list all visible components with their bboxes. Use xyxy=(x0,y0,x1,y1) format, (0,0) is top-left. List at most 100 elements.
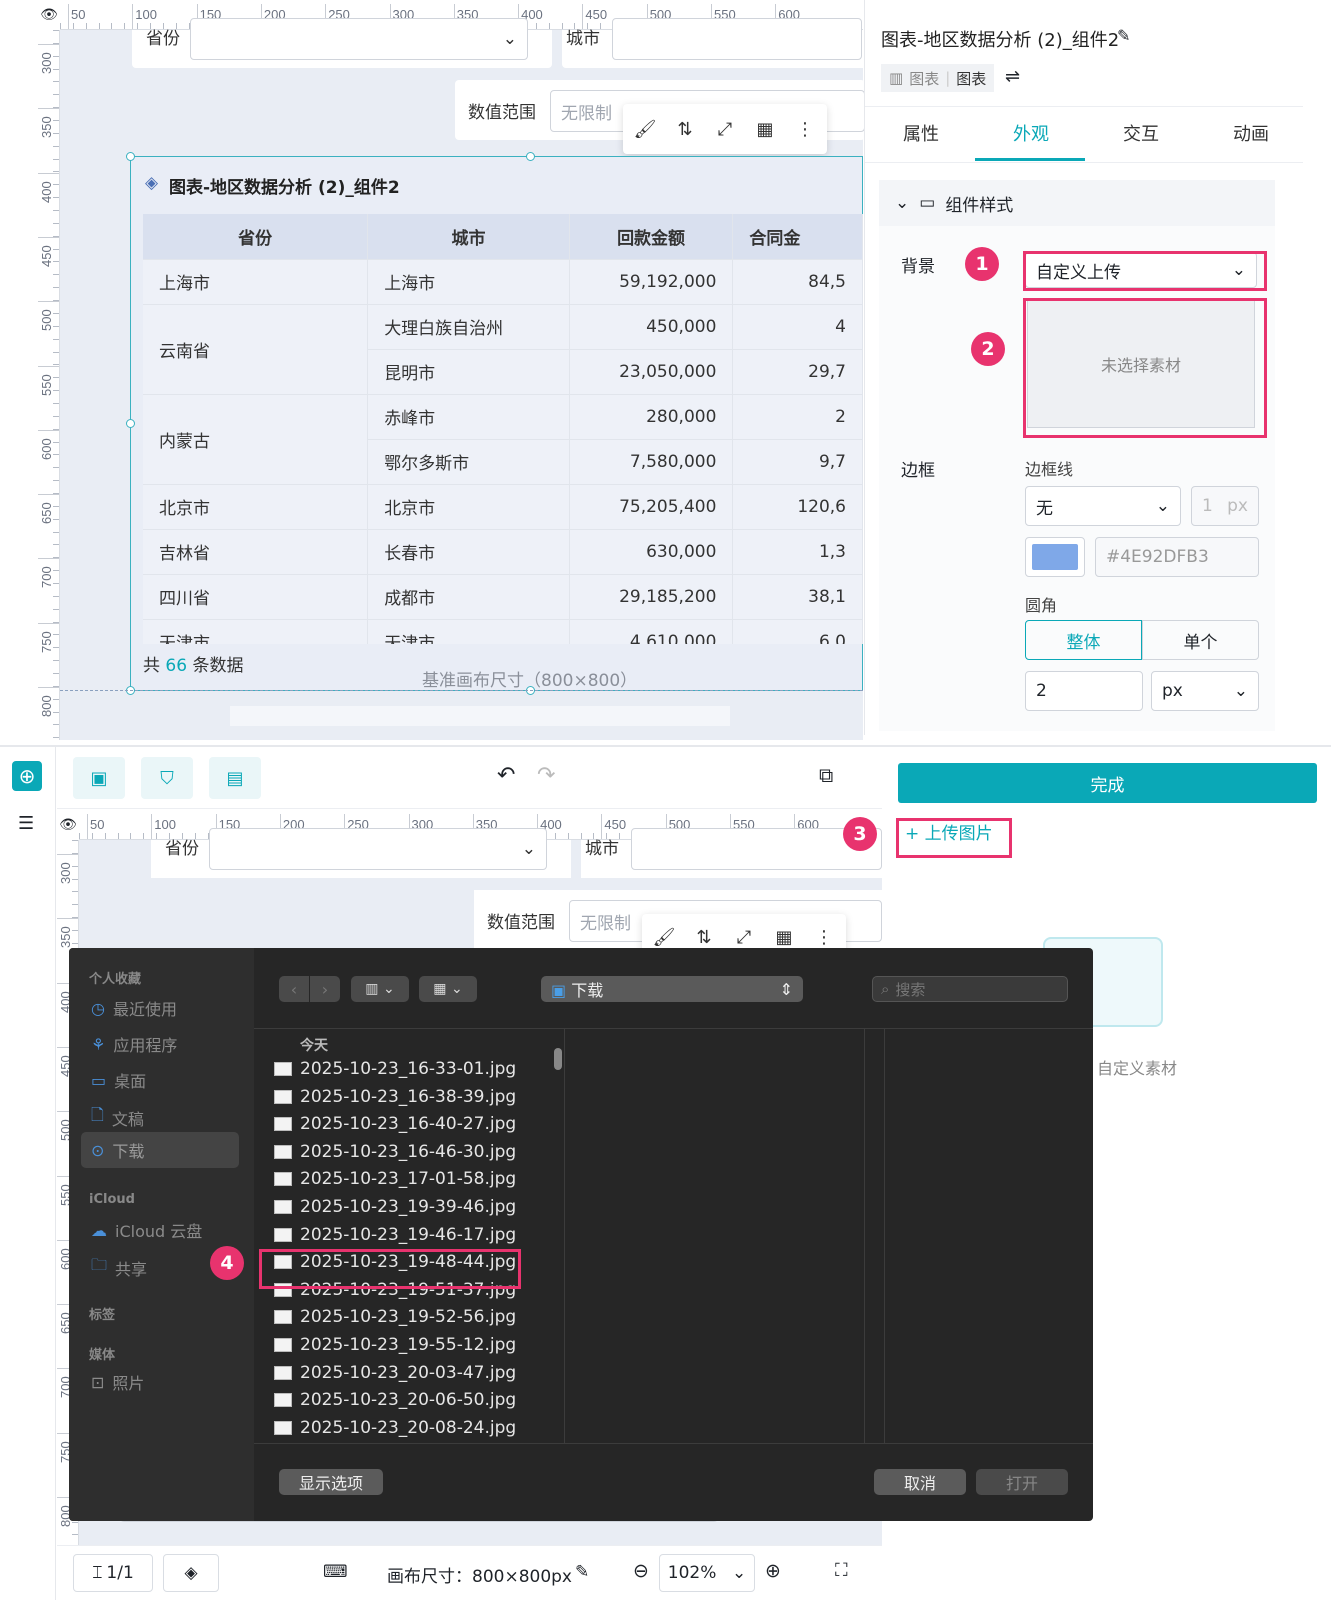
page-indicator[interactable]: ⌶ 1/1 xyxy=(73,1554,153,1592)
swap-icon[interactable]: ⇅ xyxy=(673,119,697,140)
border-line-select[interactable]: 无 ⌄ xyxy=(1025,486,1181,526)
more-icon[interactable]: ⋮ xyxy=(812,927,836,948)
sidebar-desktop[interactable]: ▭ 桌面 xyxy=(91,1068,146,1092)
expand-icon[interactable]: ⤢ xyxy=(713,119,737,140)
file-list-scrollbar[interactable] xyxy=(554,1048,562,1070)
grid-view-icon[interactable]: ▦ ⌄ xyxy=(419,976,477,1002)
file-item[interactable]: 2025-10-23_17-01-58.jpg xyxy=(274,1169,516,1189)
brush-icon[interactable]: 🖌 xyxy=(652,927,676,948)
cell-province: 四川省 xyxy=(143,574,369,620)
cancel-button[interactable]: 取消 xyxy=(874,1469,966,1495)
file-name: 2025-10-23_19-52-56.jpg xyxy=(300,1307,517,1328)
tab-interaction[interactable]: 交互 xyxy=(1123,120,1159,146)
corner-unit-select[interactable]: px ⌄ xyxy=(1151,671,1259,711)
ruler-label: 350 xyxy=(58,926,73,949)
location-select[interactable]: ▣ 下载 ⇕ xyxy=(541,976,803,1002)
nav-back-icon[interactable]: ‹ xyxy=(279,976,309,1002)
preview-icon[interactable]: ⧉ xyxy=(819,763,833,787)
th-amount[interactable]: 回款金额 xyxy=(569,214,734,260)
province-select[interactable]: ⌄ xyxy=(209,828,547,870)
zoom-out-icon[interactable]: ⊖ xyxy=(633,1560,649,1582)
sidebar-applications[interactable]: ⚘ 应用程序 xyxy=(91,1032,177,1056)
province-select[interactable]: ⌄ xyxy=(190,18,528,60)
add-text-icon[interactable]: ▤ xyxy=(209,757,261,799)
file-item[interactable]: 2025-10-23_19-52-56.jpg xyxy=(274,1307,516,1327)
cell-contract: 120,6 xyxy=(732,484,863,530)
cell-city: 北京市 xyxy=(367,484,570,530)
sidebar-documents[interactable]: 🗋 文稿 xyxy=(91,1104,144,1131)
table-settings-icon[interactable]: ▦ xyxy=(772,927,796,948)
desktop-icon: ▭ xyxy=(91,1070,107,1090)
file-item[interactable]: 2025-10-23_19-46-17.jpg xyxy=(274,1225,516,1245)
image-file-icon xyxy=(274,1089,292,1104)
tab-appearance[interactable]: 外观 xyxy=(1013,120,1049,146)
sidebar-downloads[interactable]: ⊙ 下载 xyxy=(81,1132,239,1168)
border-width-input[interactable]: 1 px xyxy=(1191,486,1259,526)
cell-city: 大理白族自治州 xyxy=(367,304,570,350)
edit-canvas-icon[interactable]: ✎ xyxy=(575,1562,589,1582)
undo-icon[interactable]: ↶ xyxy=(497,763,515,788)
redo-icon[interactable]: ↷ xyxy=(537,763,555,788)
th-city[interactable]: 城市 xyxy=(367,214,570,260)
canvas-size-text: 画布尺寸：800×800px xyxy=(387,1567,572,1587)
file-item[interactable]: 2025-10-23_16-38-39.jpg xyxy=(274,1087,516,1107)
expand-icon[interactable]: ⤢ xyxy=(732,927,756,948)
file-item[interactable]: 2025-10-23_16-46-30.jpg xyxy=(274,1142,516,1162)
image-file-icon xyxy=(274,1062,292,1076)
file-item[interactable]: 2025-10-23_16-33-01.jpg xyxy=(274,1059,516,1079)
add-filter-icon[interactable]: ⛉ xyxy=(141,757,193,799)
layers-icon[interactable]: ◈ xyxy=(163,1554,219,1592)
file-item[interactable]: 2025-10-23_16-40-27.jpg xyxy=(274,1114,516,1134)
rename-icon[interactable]: ✎ xyxy=(1117,26,1130,45)
add-component-icon[interactable]: ▣ xyxy=(73,757,125,799)
file-item[interactable]: 2025-10-23_20-06-50.jpg xyxy=(274,1390,516,1410)
file-name: 2025-10-23_19-46-17.jpg xyxy=(300,1224,517,1245)
zoom-select[interactable]: 102% ⌄ xyxy=(659,1554,755,1592)
editor-toolbar: ▣ ⛉ ▤ ↶ ↷ ⧉ xyxy=(57,747,882,809)
nav-forward-icon[interactable]: › xyxy=(310,976,340,1002)
file-item[interactable]: 2025-10-23_20-03-47.jpg xyxy=(274,1363,516,1383)
brush-icon[interactable]: 🖌 xyxy=(633,119,657,140)
image-file-icon xyxy=(274,1172,292,1187)
border-color-input[interactable]: #4E92DFB3 xyxy=(1095,537,1259,577)
zoom-in-icon[interactable]: ⊕ xyxy=(765,1560,781,1582)
tab-animation[interactable]: 动画 xyxy=(1233,120,1269,146)
switch-type-icon[interactable]: ⇌ xyxy=(1005,66,1020,87)
outline-icon[interactable]: ☰ xyxy=(18,813,34,834)
eye-icon[interactable]: 👁 xyxy=(38,4,60,26)
fit-screen-icon[interactable]: ⛶ xyxy=(835,1560,848,1581)
sidebar-shared[interactable]: 🗀 共享 xyxy=(91,1254,147,1281)
chevron-down-icon: ⌄ xyxy=(1155,496,1170,516)
open-button[interactable]: 打开 xyxy=(976,1469,1068,1495)
tab-properties[interactable]: 属性 xyxy=(903,120,939,146)
eye-icon[interactable]: 👁 xyxy=(57,814,79,836)
file-item[interactable]: 2025-10-23_19-55-12.jpg xyxy=(274,1335,516,1355)
cell-amount: 59,192,000 xyxy=(569,259,734,305)
cell-contract: 1,3 xyxy=(732,529,863,575)
swap-icon[interactable]: ⇅ xyxy=(692,927,716,948)
corner-whole-button[interactable]: 整体 xyxy=(1025,620,1142,660)
keyboard-icon[interactable]: ⌨ xyxy=(323,1562,348,1582)
favorites-header: 个人收藏 xyxy=(89,972,142,987)
corner-radius-input[interactable]: 2 xyxy=(1025,671,1143,711)
more-icon[interactable]: ⋮ xyxy=(793,119,817,140)
show-options-button[interactable]: 显示选项 xyxy=(279,1469,383,1495)
th-contract[interactable]: 合同金 xyxy=(732,214,863,260)
border-color-picker[interactable] xyxy=(1025,537,1085,577)
add-icon[interactable]: ⊕ xyxy=(12,761,42,791)
column-view-icon[interactable]: ▥ ⌄ xyxy=(351,976,409,1002)
done-button[interactable]: 完成 xyxy=(898,763,1317,803)
section-header[interactable]: ⌄ ▭ 组件样式 xyxy=(879,180,1275,226)
corner-single-button[interactable]: 单个 xyxy=(1142,620,1259,660)
city-select[interactable] xyxy=(612,18,862,60)
th-province[interactable]: 省份 xyxy=(143,214,369,260)
search-field[interactable]: ⌕ 搜索 xyxy=(872,976,1068,1002)
canvas: 省份 ⌄ 城市 数值范围 无限制 🖌 ⇅ ⤢ ▦ ⋮ ◈ 图表-地区数据分析 (… xyxy=(60,18,882,740)
chart-component[interactable]: ◈ 图表-地区数据分析 (2)_组件2 省份 城市 回款金额 合同金 上海市 上海… xyxy=(126,152,863,695)
sidebar-recent[interactable]: ◷ 最近使用 xyxy=(91,996,177,1020)
file-item[interactable]: 2025-10-23_20-08-24.jpg xyxy=(274,1418,516,1438)
table-settings-icon[interactable]: ▦ xyxy=(753,119,777,140)
sidebar-photos[interactable]: ⊡ 照片 xyxy=(91,1370,144,1394)
file-item[interactable]: 2025-10-23_19-39-46.jpg xyxy=(274,1197,516,1217)
sidebar-icloud-drive[interactable]: ☁ iCloud 云盘 xyxy=(91,1218,202,1242)
